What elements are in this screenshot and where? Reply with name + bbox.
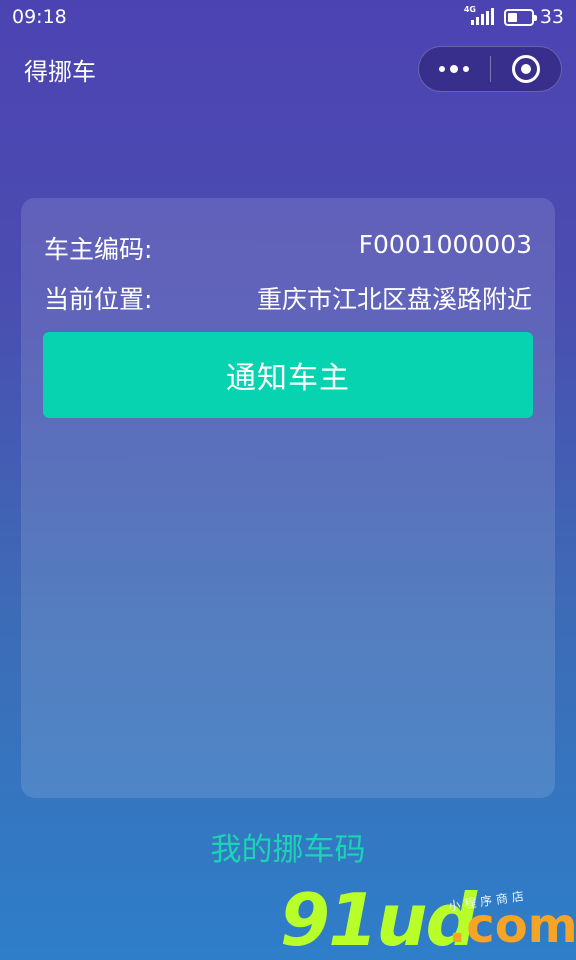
my-move-code-link[interactable]: 我的挪车码 (0, 824, 576, 869)
miniprogram-capsule (418, 46, 562, 92)
close-miniprogram-button[interactable] (491, 47, 562, 91)
location-row: 当前位置: 重庆市江北区盘溪路附近 (44, 280, 532, 316)
more-button[interactable] (419, 47, 490, 91)
status-icons: 4G 33 (464, 5, 564, 28)
status-bar: 09:18 4G 33 (0, 0, 576, 34)
location-value: 重庆市江北区盘溪路附近 (256, 285, 532, 314)
battery-level: 33 (539, 6, 564, 28)
owner-code-row: 车主编码: F0001000003 (44, 230, 532, 266)
watermark-logo: 91ud 小程序商店 .com (276, 880, 576, 960)
info-card: 车主编码: F0001000003 当前位置: 重庆市江北区盘溪路附近 通知车主 (21, 198, 555, 798)
location-label: 当前位置: (44, 285, 153, 314)
target-circle-icon (511, 55, 540, 83)
owner-code-label: 车主编码: (44, 235, 153, 264)
page-title: 得挪车 (24, 58, 96, 86)
watermark-suffix: .com (448, 898, 576, 954)
status-time: 09:18 (12, 6, 67, 28)
battery-indicator: 33 (503, 6, 564, 28)
more-dots-icon (439, 65, 470, 73)
owner-code-value: F0001000003 (358, 230, 532, 259)
signal-icon: 4G (464, 5, 494, 27)
notify-owner-button[interactable]: 通知车主 (43, 332, 533, 418)
battery-icon (503, 8, 537, 26)
watermark-main-text: 91ud (280, 878, 477, 960)
